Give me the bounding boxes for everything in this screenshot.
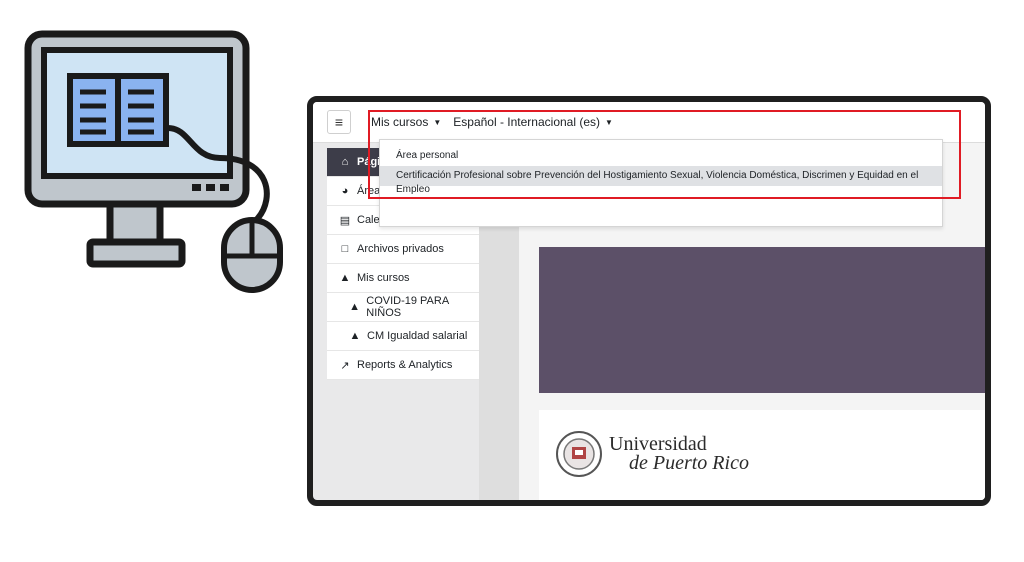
top-navbar: ≡ Mis cursos ▼ Español - Internacional (… xyxy=(313,102,985,143)
my-courses-dropdown: Área personal Certificación Profesional … xyxy=(379,139,943,227)
graduation-cap-icon: ▲ xyxy=(339,272,351,284)
graduation-cap-icon: ▲ xyxy=(349,330,361,342)
mouse-icon xyxy=(221,217,283,293)
chart-line-icon: ↗ xyxy=(340,359,350,372)
sidebar-item-private-files[interactable]: □ Archivos privados xyxy=(327,235,479,264)
screenshot-frame: ≡ Mis cursos ▼ Español - Internacional (… xyxy=(307,96,991,506)
computer-illustration xyxy=(24,30,283,293)
my-courses-label: Mis cursos xyxy=(371,115,429,129)
university-name-line2: de Puerto Rico xyxy=(629,452,749,474)
sidebar-item-reports[interactable]: ↗ Reports & Analytics xyxy=(327,351,479,380)
my-courses-menu[interactable]: Mis cursos ▼ xyxy=(371,115,441,129)
sidebar-item-label: Reports & Analytics xyxy=(357,359,453,371)
graduation-cap-icon: ▲ xyxy=(349,301,361,313)
university-card: Universidad de Puerto Rico xyxy=(539,410,985,500)
sidebar-item-course-covid[interactable]: ▲ COVID-19 PARA NIÑOS xyxy=(327,293,479,322)
sidebar-item-label: CM Igualdad salarial xyxy=(367,330,468,342)
dropdown-item-certification-course[interactable]: Certificación Profesional sobre Prevenci… xyxy=(380,166,942,195)
course-banner xyxy=(539,247,985,393)
caret-down-icon: ▼ xyxy=(605,117,613,127)
university-seal-icon xyxy=(556,431,602,477)
sidebar-item-label: Mis cursos xyxy=(357,272,410,284)
dropdown-item-personal-area[interactable]: Área personal xyxy=(380,146,942,166)
language-label: Español - Internacional (es) xyxy=(453,115,601,129)
dashboard-icon: ◕ xyxy=(341,185,349,197)
book-icon xyxy=(67,73,169,147)
language-menu[interactable]: Español - Internacional (es) ▼ xyxy=(453,115,613,129)
sidebar-item-label: COVID-19 PARA NIÑOS xyxy=(366,295,449,319)
home-icon: ⌂ xyxy=(341,156,349,168)
caret-down-icon: ▼ xyxy=(433,117,442,127)
file-icon: □ xyxy=(341,243,349,255)
calendar-icon: ▤ xyxy=(339,214,351,227)
sidebar-item-my-courses[interactable]: ▲ Mis cursos xyxy=(327,264,479,293)
university-logo: Universidad de Puerto Rico xyxy=(555,430,749,478)
sidebar-item-course-cm[interactable]: ▲ CM Igualdad salarial xyxy=(327,322,479,351)
sidebar-item-label: Archivos privados xyxy=(357,243,444,255)
hamburger-icon[interactable]: ≡ xyxy=(327,110,351,134)
